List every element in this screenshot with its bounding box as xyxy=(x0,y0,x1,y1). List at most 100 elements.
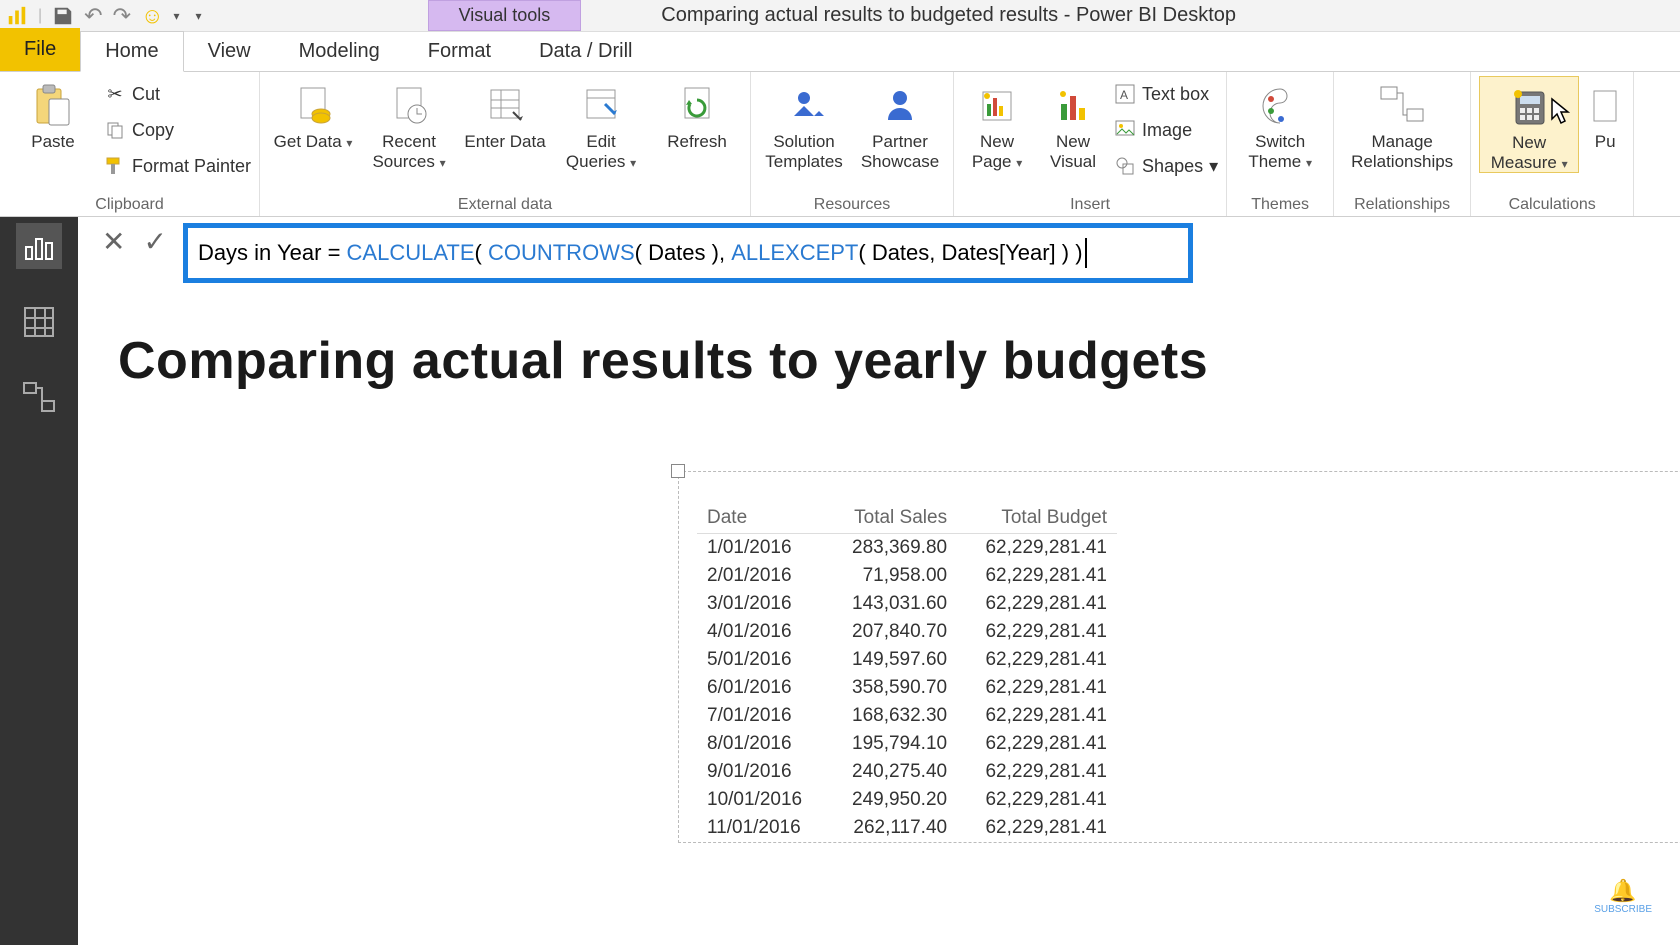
edit-queries-button[interactable]: Edit Queries ▾ xyxy=(556,76,646,171)
text-box-button[interactable]: AText box xyxy=(1114,78,1218,110)
shapes-label: Shapes xyxy=(1142,156,1203,177)
cell-date: 11/01/2016 xyxy=(697,814,827,842)
switch-theme-label: Switch Theme ▾ xyxy=(1235,132,1325,171)
format-painter-button[interactable]: Format Painter xyxy=(104,150,251,182)
cell-budget: 62,229,281.41 xyxy=(957,534,1117,563)
table-row[interactable]: 7/01/2016 168,632.30 62,229,281.41 xyxy=(697,702,1117,730)
refresh-button[interactable]: Refresh xyxy=(652,76,742,152)
ribbon-group-themes: Switch Theme ▾ Themes xyxy=(1227,72,1334,216)
ribbon-group-external-data: Get Data ▾ Recent Sources ▾ Enter Data E… xyxy=(260,72,751,216)
nav-data-view[interactable] xyxy=(16,299,62,345)
copy-button[interactable]: Copy xyxy=(104,114,251,146)
paste-icon xyxy=(33,80,73,132)
manage-relationships-icon xyxy=(1379,80,1425,132)
image-button[interactable]: Image xyxy=(1114,114,1218,146)
group-label-clipboard: Clipboard xyxy=(95,196,163,216)
visual-options-icon[interactable]: ≡ xyxy=(679,472,1680,497)
table-row[interactable]: 1/01/2016 283,369.80 62,229,281.41 xyxy=(697,534,1117,563)
col-total-sales[interactable]: Total Sales xyxy=(827,503,957,534)
publish-label: Pu xyxy=(1595,132,1616,152)
new-measure-label: New Measure ▾ xyxy=(1480,133,1578,172)
new-visual-button[interactable]: New Visual xyxy=(1038,76,1108,171)
table-visual[interactable]: ≡ Date Total Sales Total Budget 1/01/201… xyxy=(678,471,1680,843)
save-icon[interactable] xyxy=(52,5,74,27)
tab-home[interactable]: Home xyxy=(80,31,183,72)
smiley-dropdown[interactable]: ▾ xyxy=(174,9,180,23)
table-row[interactable]: 8/01/2016 195,794.10 62,229,281.41 xyxy=(697,730,1117,758)
solution-templates-button[interactable]: Solution Templates xyxy=(759,76,849,171)
table-row[interactable]: 3/01/2016 143,031.60 62,229,281.41 xyxy=(697,590,1117,618)
manage-relationships-button[interactable]: Manage Relationships xyxy=(1342,76,1462,171)
new-page-icon xyxy=(977,80,1017,132)
manage-relationships-label: Manage Relationships xyxy=(1342,132,1462,171)
formula-input[interactable]: Days in Year = CALCULATE ( COUNTROWS ( D… xyxy=(183,223,1193,283)
cell-date: 4/01/2016 xyxy=(697,618,827,646)
shapes-icon xyxy=(1114,155,1136,177)
new-measure-button[interactable]: New Measure ▾ xyxy=(1479,76,1579,173)
redo-icon[interactable]: ↷ xyxy=(113,3,131,29)
recent-sources-button[interactable]: Recent Sources ▾ xyxy=(364,76,454,171)
publish-button-partial[interactable]: Pu xyxy=(1585,76,1625,152)
tab-data-drill[interactable]: Data / Drill xyxy=(515,32,656,71)
table-row[interactable]: 10/01/2016 249,950.20 62,229,281.41 xyxy=(697,786,1117,814)
nav-model-view[interactable] xyxy=(16,375,62,421)
shapes-button[interactable]: Shapes ▾ xyxy=(1114,150,1218,182)
quick-access-toolbar: | ↶ ↷ ☺ ▾ ▾ xyxy=(0,3,208,29)
table-row[interactable]: 6/01/2016 358,590.70 62,229,281.41 xyxy=(697,674,1117,702)
edit-queries-label: Edit Queries ▾ xyxy=(556,132,646,171)
new-page-button[interactable]: New Page ▾ xyxy=(962,76,1032,171)
nav-report-view[interactable] xyxy=(16,223,62,269)
group-label-themes: Themes xyxy=(1251,196,1309,216)
tab-file[interactable]: File xyxy=(0,28,80,71)
cell-sales: 240,275.40 xyxy=(827,758,957,786)
formula-cancel-button[interactable]: ✕ xyxy=(102,225,125,258)
partner-showcase-label: Partner Showcase xyxy=(855,132,945,171)
tab-view[interactable]: View xyxy=(184,32,275,71)
report-title: Comparing actual results to yearly budge… xyxy=(118,331,1650,391)
table-row[interactable]: 2/01/2016 71,958.00 62,229,281.41 xyxy=(697,562,1117,590)
paste-button[interactable]: Paste xyxy=(8,76,98,152)
table-row[interactable]: 4/01/2016 207,840.70 62,229,281.41 xyxy=(697,618,1117,646)
resize-handle-icon[interactable] xyxy=(671,464,685,478)
switch-theme-button[interactable]: Switch Theme ▾ xyxy=(1235,76,1325,171)
subscribe-label: SUBSCRIBE xyxy=(1594,904,1652,915)
group-label-external-data: External data xyxy=(458,196,552,216)
enter-data-button[interactable]: Enter Data xyxy=(460,76,550,152)
feedback-smiley-icon[interactable]: ☺ xyxy=(141,3,163,29)
cut-icon: ✂ xyxy=(104,83,126,105)
cell-budget: 62,229,281.41 xyxy=(957,590,1117,618)
col-date[interactable]: Date xyxy=(697,503,827,534)
visual-tools-tab[interactable]: Visual tools xyxy=(428,0,582,31)
report-canvas[interactable]: Comparing actual results to yearly budge… xyxy=(78,291,1680,945)
partner-showcase-button[interactable]: Partner Showcase xyxy=(855,76,945,171)
cell-sales: 168,632.30 xyxy=(827,702,957,730)
tab-modeling[interactable]: Modeling xyxy=(275,32,404,71)
text-cursor xyxy=(1085,238,1087,268)
canvas-wrap: ✕ ✓ Days in Year = CALCULATE ( COUNTROWS… xyxy=(78,217,1680,945)
qat-customize-dropdown[interactable]: ▾ xyxy=(190,9,208,23)
cell-budget: 62,229,281.41 xyxy=(957,758,1117,786)
tab-format[interactable]: Format xyxy=(404,32,515,71)
solution-templates-label: Solution Templates xyxy=(759,132,849,171)
undo-icon[interactable]: ↶ xyxy=(84,3,102,29)
data-table: Date Total Sales Total Budget 1/01/2016 … xyxy=(697,503,1117,842)
cut-button[interactable]: ✂Cut xyxy=(104,78,251,110)
cell-date: 1/01/2016 xyxy=(697,534,827,563)
group-label-resources: Resources xyxy=(814,196,890,216)
table-row[interactable]: 11/01/2016 262,117.40 62,229,281.41 xyxy=(697,814,1117,842)
ribbon: Paste ✂Cut Copy Format Painter Clipboard… xyxy=(0,72,1680,217)
title-bar: | ↶ ↷ ☺ ▾ ▾ Visual tools Comparing actua… xyxy=(0,0,1680,32)
group-label-insert: Insert xyxy=(1070,196,1110,216)
get-data-button[interactable]: Get Data ▾ xyxy=(268,76,358,152)
cell-sales: 207,840.70 xyxy=(827,618,957,646)
table-row[interactable]: 5/01/2016 149,597.60 62,229,281.41 xyxy=(697,646,1117,674)
cell-budget: 62,229,281.41 xyxy=(957,702,1117,730)
cell-sales: 283,369.80 xyxy=(827,534,957,563)
table-row[interactable]: 9/01/2016 240,275.40 62,229,281.41 xyxy=(697,758,1117,786)
left-nav xyxy=(0,217,78,945)
formula-text-prefix: Days in Year = xyxy=(198,240,347,266)
cell-sales: 71,958.00 xyxy=(827,562,957,590)
formula-commit-button[interactable]: ✓ xyxy=(143,225,166,258)
col-total-budget[interactable]: Total Budget xyxy=(957,503,1117,534)
solution-templates-icon xyxy=(782,80,826,132)
